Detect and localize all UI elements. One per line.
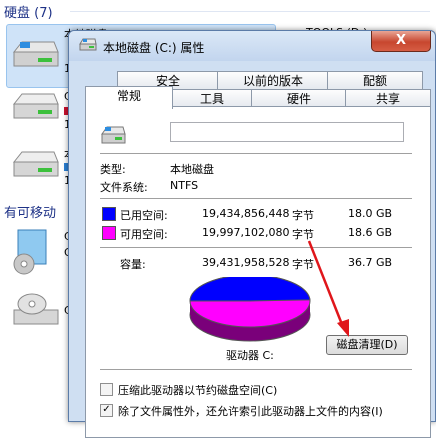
tab-previous-versions[interactable]: 以前的版本 <box>217 71 329 90</box>
disk-usage-pie <box>189 277 311 342</box>
annotation-arrow <box>307 240 349 337</box>
dialog-titlebar[interactable]: 本地磁盘 (C:) 属性 X <box>69 31 435 61</box>
index-checkbox[interactable]: ✓ <box>100 404 113 417</box>
used-space-bytes: 19,434,856,448 <box>202 207 290 220</box>
drive-title-icon <box>79 38 97 51</box>
free-space-bytes: 19,997,102,080 <box>202 226 290 239</box>
used-space-label: 已用空间: <box>120 209 168 222</box>
drive-name-input[interactable] <box>170 122 404 142</box>
separator <box>100 153 412 154</box>
tab-general[interactable]: 常规 <box>85 86 173 109</box>
index-label[interactable]: 除了文件属性外，还允许索引此驱动器上文件的内容(I) <box>118 403 424 419</box>
filesystem-label: 文件系统: <box>100 181 148 194</box>
used-space-swatch <box>102 207 116 221</box>
dialog-title: 本地磁盘 (C:) 属性 <box>103 41 205 55</box>
free-space-label: 可用空间: <box>120 228 168 241</box>
tab-quota[interactable]: 配额 <box>327 71 423 90</box>
hard-drive-icon[interactable] <box>10 92 60 126</box>
group-divider <box>70 11 430 12</box>
drive-letter-label: 驱动器 C: <box>226 349 274 362</box>
hard-drive-icon[interactable] <box>10 150 60 184</box>
hard-disks-group-title[interactable]: 硬盘 (7) <box>4 2 53 21</box>
pie-slice-used <box>189 277 311 302</box>
close-button[interactable]: X <box>371 31 431 52</box>
separator <box>100 198 412 199</box>
free-space-swatch <box>102 226 116 240</box>
compress-checkbox[interactable] <box>100 383 113 396</box>
hard-drive-icon[interactable] <box>10 40 60 74</box>
type-value: 本地磁盘 <box>170 163 214 176</box>
dvd-drive-icon[interactable] <box>10 292 60 332</box>
separator <box>100 369 412 370</box>
drive-large-icon <box>101 126 126 144</box>
removable-group-title[interactable]: 有可移动 <box>4 202 56 221</box>
capacity-label: 容量: <box>120 258 146 271</box>
filesystem-value: NTFS <box>170 179 199 192</box>
removable-drive-icon[interactable] <box>10 226 54 276</box>
type-label: 类型: <box>100 163 126 176</box>
capacity-bytes: 39,431,958,528 <box>202 256 290 269</box>
separator <box>100 247 412 248</box>
compress-label[interactable]: 压缩此驱动器以节约磁盘空间(C) <box>118 382 277 398</box>
properties-dialog: 本地磁盘 (C:) 属性 X 安全 以前的版本 配额 常规 工具 硬件 共享 类… <box>68 30 436 438</box>
used-space-gb: 18.0 GB <box>348 207 393 220</box>
used-space-unit: 字节 <box>292 209 314 222</box>
general-tab-panel: 类型: 本地磁盘 文件系统: NTFS 已用空间: 19,434,856,448… <box>85 106 431 438</box>
